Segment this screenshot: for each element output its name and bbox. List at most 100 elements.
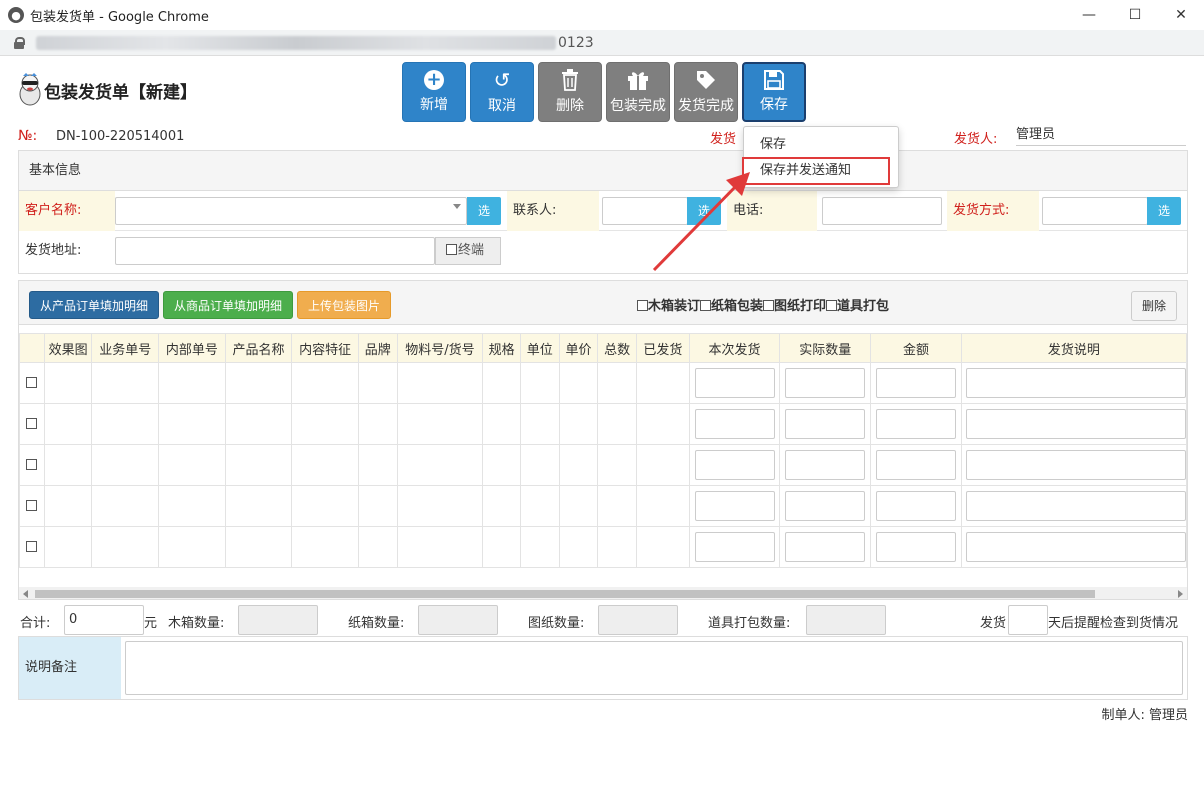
maximize-button[interactable]: ☐	[1112, 0, 1158, 30]
column-header[interactable]: 产品名称	[224, 333, 293, 363]
close-button[interactable]: ✕	[1158, 0, 1204, 30]
carton-checkbox[interactable]: 纸箱包装	[700, 299, 763, 314]
wood-qty-input[interactable]	[238, 605, 318, 635]
row-input[interactable]	[785, 368, 866, 398]
row-checkbox[interactable]	[25, 376, 37, 388]
prop-pack-checkbox[interactable]: 道具打包	[826, 299, 889, 314]
ship-method-pick-button[interactable]: 选	[1147, 197, 1181, 225]
row-input[interactable]	[694, 409, 775, 439]
column-header[interactable]: 内容特征	[291, 333, 359, 363]
table-cell	[636, 526, 690, 568]
table-cell	[224, 444, 293, 486]
menu-item-save[interactable]: 保存	[744, 132, 898, 158]
column-header[interactable]: 单位	[519, 333, 560, 363]
table-cell	[960, 526, 1187, 568]
horizontal-scrollbar[interactable]	[19, 587, 1187, 599]
remind-days-input[interactable]	[1008, 605, 1048, 635]
column-header[interactable]: 效果图	[43, 333, 93, 363]
yuan-label: 元	[144, 616, 158, 631]
column-header[interactable]: 业务单号	[91, 333, 160, 363]
ship-done-button[interactable]: 发货完成	[674, 62, 738, 122]
minimize-button[interactable]: —	[1066, 0, 1112, 30]
row-input[interactable]	[876, 368, 956, 398]
scroll-left-icon[interactable]	[23, 590, 28, 598]
row-input[interactable]	[785, 532, 866, 562]
drawing-print-checkbox[interactable]: 图纸打印	[763, 299, 826, 314]
row-checkbox[interactable]	[25, 417, 37, 429]
table-cell	[519, 485, 560, 527]
table-cell	[636, 362, 690, 404]
address-input[interactable]	[115, 237, 435, 265]
address-bar[interactable]: 0123	[0, 30, 1204, 56]
column-header[interactable]: 内部单号	[158, 333, 226, 363]
delete-button[interactable]: 删除	[538, 62, 602, 122]
ship-method-input[interactable]	[1042, 197, 1148, 225]
scrollbar-thumb[interactable]	[35, 590, 1095, 598]
row-checkbox[interactable]	[25, 458, 37, 470]
customer-pick-button[interactable]: 选	[467, 197, 501, 225]
carton-qty-input[interactable]	[418, 605, 498, 635]
row-input[interactable]	[965, 532, 1186, 562]
row-checkbox[interactable]	[25, 540, 37, 552]
row-input[interactable]	[876, 491, 956, 521]
scroll-right-icon[interactable]	[1178, 590, 1183, 598]
drawing-qty-input[interactable]	[598, 605, 678, 635]
packing-options: 木箱装订 纸箱包装 图纸打印 道具打包	[637, 295, 889, 314]
row-input[interactable]	[965, 368, 1186, 398]
add-from-product-order-button[interactable]: 从产品订单填加明细	[29, 291, 160, 319]
lock-icon	[14, 36, 25, 49]
row-input[interactable]	[785, 491, 866, 521]
sum-input[interactable]: 0	[64, 605, 144, 635]
remark-textarea[interactable]	[125, 641, 1183, 695]
save-button[interactable]: 保存	[742, 62, 806, 122]
basic-info-title: 基本信息	[19, 151, 1187, 191]
row-input[interactable]	[876, 450, 956, 480]
column-header[interactable]: 本次发货	[688, 333, 781, 363]
row-input[interactable]	[785, 450, 866, 480]
column-header[interactable]: 单价	[558, 333, 599, 363]
table-cell	[224, 403, 293, 445]
save-button-label: 保存	[760, 97, 788, 113]
row-input[interactable]	[965, 491, 1186, 521]
row-input[interactable]	[694, 491, 775, 521]
column-header[interactable]: 总数	[597, 333, 638, 363]
phone-input[interactable]	[822, 197, 942, 225]
prop-qty-label: 道具打包数量:	[708, 616, 791, 631]
table-cell	[688, 485, 781, 527]
column-header[interactable]: 实际数量	[779, 333, 872, 363]
prop-qty-input[interactable]	[806, 605, 886, 635]
terminal-checkbox[interactable]: 终端	[435, 237, 501, 265]
cancel-button[interactable]: ↺ 取消	[470, 62, 534, 122]
row-input[interactable]	[876, 532, 956, 562]
upload-package-image-button[interactable]: 上传包装图片	[297, 291, 392, 319]
delete-rows-button[interactable]: 删除	[1131, 291, 1177, 321]
table-cell	[688, 444, 781, 486]
column-header[interactable]: 规格	[482, 333, 521, 363]
row-input[interactable]	[694, 532, 775, 562]
chevron-down-icon	[453, 204, 461, 209]
wood-box-checkbox[interactable]: 木箱装订	[637, 299, 700, 314]
column-header[interactable]: 物料号/货号	[396, 333, 484, 363]
table-cell	[291, 362, 359, 404]
table-cell	[688, 526, 781, 568]
add-button[interactable]: + 新增	[402, 62, 466, 122]
row-input[interactable]	[965, 409, 1186, 439]
row-input[interactable]	[694, 368, 775, 398]
carton-label: 纸箱包装	[711, 299, 764, 314]
table-cell	[91, 444, 160, 486]
table-cell	[19, 362, 45, 404]
pack-done-button[interactable]: 包装完成	[606, 62, 670, 122]
row-input[interactable]	[965, 450, 1186, 480]
customer-select[interactable]	[115, 197, 467, 225]
row-input[interactable]	[785, 409, 866, 439]
table-cell	[960, 403, 1187, 445]
column-header[interactable]: 已发货	[636, 333, 690, 363]
column-header[interactable]: 发货说明	[960, 333, 1187, 363]
add-from-goods-order-button[interactable]: 从商品订单填加明细	[163, 291, 294, 319]
row-checkbox[interactable]	[25, 499, 37, 511]
row-input[interactable]	[876, 409, 956, 439]
column-header[interactable]: 品牌	[357, 333, 398, 363]
row-input[interactable]	[694, 450, 775, 480]
table-header-row: 效果图 业务单号 内部单号 产品名称 内容特征 品牌 物料号/货号 规格 单位 …	[19, 333, 1187, 363]
column-header[interactable]: 金额	[870, 333, 962, 363]
